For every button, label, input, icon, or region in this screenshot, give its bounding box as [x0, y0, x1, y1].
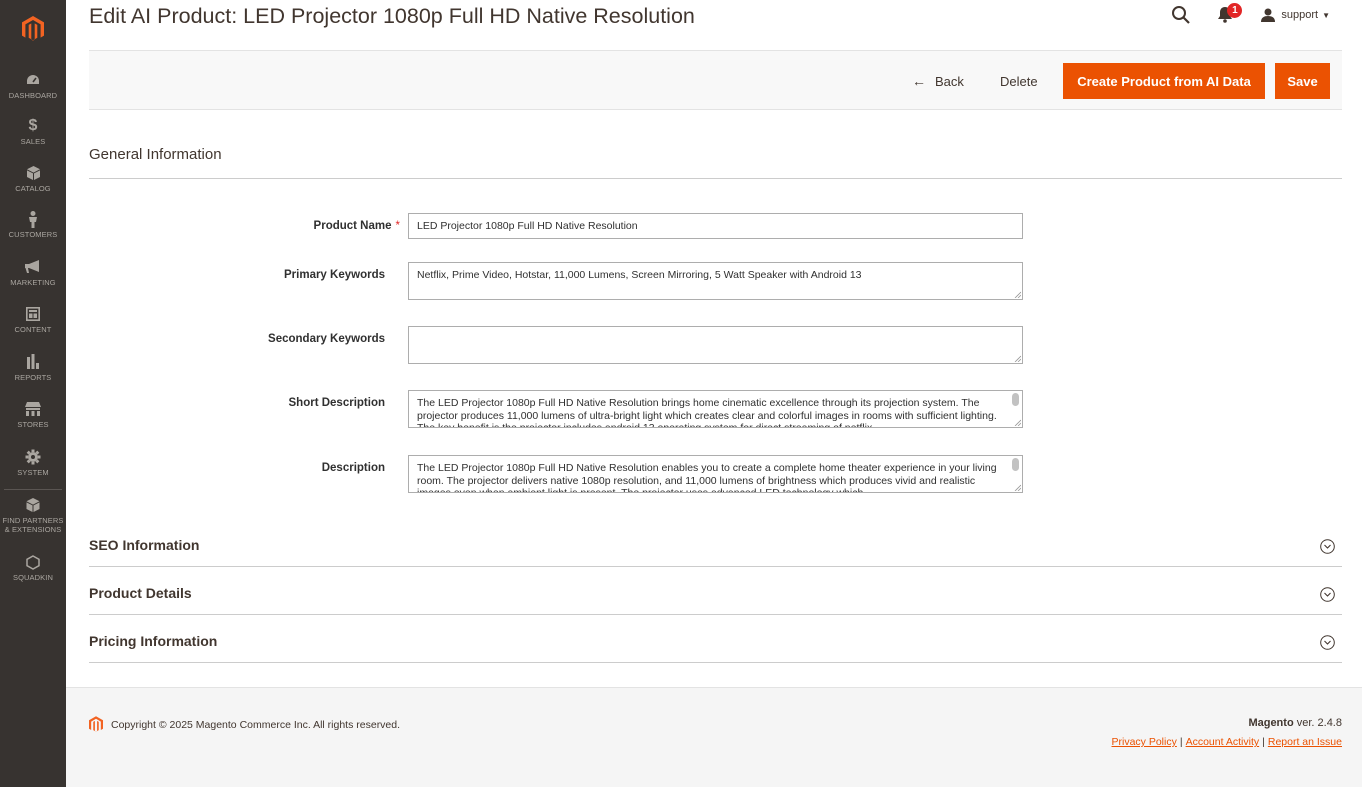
- sidebar-item-marketing[interactable]: MARKETING: [0, 256, 66, 302]
- save-button[interactable]: Save: [1275, 63, 1330, 99]
- sidebar-item-find-partners[interactable]: FIND PARTNERS & EXTENSIONS: [0, 494, 66, 540]
- sidebar-divider: [4, 489, 62, 490]
- description-label: Description: [321, 462, 385, 474]
- expand-chevron-icon[interactable]: [1320, 635, 1335, 650]
- admin-sidebar: DASHBOARD $ SALES CATALOG CUSTOMERS MARK…: [0, 0, 66, 787]
- sidebar-item-label: CONTENT: [14, 325, 52, 334]
- magento-footer-logo-icon: [89, 716, 103, 732]
- sidebar-item-label: REPORTS: [14, 373, 52, 382]
- bar-chart-icon: [26, 351, 40, 373]
- user-menu[interactable]: support ▼: [1261, 8, 1330, 22]
- sidebar-item-label: SYSTEM: [17, 468, 49, 477]
- sidebar-item-label: SQUADKIN: [13, 573, 53, 582]
- sidebar-item-catalog[interactable]: CATALOG: [0, 162, 66, 208]
- link-separator: |: [1262, 736, 1265, 748]
- dollar-icon: $: [28, 117, 38, 134]
- copyright-text: Copyright © 2025 Magento Commerce Inc. A…: [111, 718, 401, 731]
- notification-count-badge: 1: [1227, 3, 1243, 18]
- required-asterisk: *: [395, 220, 400, 232]
- user-icon: [1261, 8, 1276, 22]
- expand-chevron-icon[interactable]: [1320, 539, 1335, 554]
- section-divider: [89, 178, 1342, 179]
- privacy-policy-link[interactable]: Privacy Policy: [1112, 736, 1177, 748]
- sidebar-item-stores[interactable]: STORES: [0, 398, 66, 444]
- arrow-left-icon: ←: [912, 73, 926, 89]
- sidebar-item-label: MARKETING: [10, 278, 56, 287]
- short-description-value: The LED Projector 1080p Full HD Native R…: [417, 397, 997, 428]
- product-name-label: Product Name *: [179, 220, 400, 232]
- header-actions: 1 support ▼: [1171, 3, 1330, 27]
- footer-copyright: Copyright © 2025 Magento Commerce Inc. A…: [89, 716, 400, 733]
- footer-brand: Magento: [1248, 717, 1294, 729]
- sidebar-item-dashboard[interactable]: DASHBOARD: [0, 69, 66, 115]
- magento-logo[interactable]: [0, 0, 66, 58]
- sidebar-item-label: SALES: [20, 137, 46, 146]
- secondary-keywords-textarea[interactable]: [408, 326, 1023, 364]
- secondary-keywords-label: Secondary Keywords: [268, 333, 385, 345]
- primary-keywords-value: Netflix, Prime Video, Hotstar, 11,000 Lu…: [417, 269, 862, 281]
- general-information-title: General Information: [89, 146, 222, 163]
- page-title: Edit AI Product: LED Projector 1080p Ful…: [89, 4, 695, 28]
- scrollbar-thumb[interactable]: [1012, 458, 1019, 471]
- resize-grip-icon[interactable]: [1014, 355, 1021, 362]
- delete-button[interactable]: Delete: [1000, 67, 1038, 95]
- description-value: The LED Projector 1080p Full HD Native R…: [417, 462, 997, 493]
- page-actions-bar: ← Back Delete Create Product from AI Dat…: [89, 50, 1342, 110]
- sidebar-item-label: CATALOG: [15, 184, 51, 193]
- sidebar-item-label: FIND PARTNERS: [2, 516, 64, 525]
- primary-keywords-label: Primary Keywords: [284, 269, 385, 281]
- megaphone-icon: [25, 256, 41, 278]
- back-button[interactable]: ← Back: [912, 67, 964, 95]
- sidebar-item-reports[interactable]: REPORTS: [0, 351, 66, 397]
- dashboard-icon: [26, 69, 40, 91]
- person-icon: [28, 208, 38, 230]
- product-name-input[interactable]: LED Projector 1080p Full HD Native Resol…: [408, 213, 1023, 239]
- primary-keywords-textarea[interactable]: Netflix, Prime Video, Hotstar, 11,000 Lu…: [408, 262, 1023, 300]
- layout-icon: [26, 303, 40, 325]
- expand-chevron-icon[interactable]: [1320, 587, 1335, 602]
- page-footer: Copyright © 2025 Magento Commerce Inc. A…: [66, 687, 1362, 787]
- search-icon[interactable]: [1171, 5, 1191, 25]
- create-product-from-ai-button[interactable]: Create Product from AI Data: [1063, 63, 1265, 99]
- sidebar-item-label: CUSTOMERS: [8, 230, 58, 239]
- footer-version: Magento ver. 2.4.8: [1248, 717, 1342, 729]
- description-textarea[interactable]: The LED Projector 1080p Full HD Native R…: [408, 455, 1023, 493]
- pricing-information-section[interactable]: Pricing Information: [89, 615, 1342, 663]
- sidebar-item-sales[interactable]: $ SALES: [0, 115, 66, 161]
- chevron-down-icon: ▼: [1322, 10, 1330, 20]
- report-issue-link[interactable]: Report an Issue: [1268, 736, 1342, 748]
- product-details-section[interactable]: Product Details: [89, 567, 1342, 615]
- resize-grip-icon[interactable]: [1014, 419, 1021, 426]
- product-details-title: Product Details: [89, 585, 192, 601]
- scrollbar-thumb[interactable]: [1012, 393, 1019, 406]
- short-description-textarea[interactable]: The LED Projector 1080p Full HD Native R…: [408, 390, 1023, 428]
- footer-links: Privacy Policy | Account Activity | Report a…: [1112, 736, 1343, 748]
- link-separator: |: [1179, 736, 1183, 748]
- hexagon-icon: [26, 551, 40, 573]
- resize-grip-icon[interactable]: [1014, 291, 1021, 298]
- footer-version-number: ver. 2.4.8: [1296, 717, 1342, 729]
- seo-information-section[interactable]: SEO Information: [89, 519, 1342, 567]
- gear-icon: [25, 446, 41, 468]
- sidebar-item-label: STORES: [17, 420, 49, 429]
- sidebar-item-label-line2: & EXTENSIONS: [4, 525, 62, 534]
- sidebar-item-system[interactable]: SYSTEM: [0, 446, 66, 492]
- magento-logo-icon: [22, 16, 44, 41]
- account-activity-link[interactable]: Account Activity: [1186, 736, 1260, 748]
- partner-box-icon: [26, 494, 40, 516]
- seo-information-title: SEO Information: [89, 537, 200, 553]
- user-name: support: [1281, 9, 1319, 21]
- sidebar-item-squadkin[interactable]: SQUADKIN: [0, 551, 66, 597]
- resize-grip-icon[interactable]: [1014, 484, 1021, 491]
- cube-icon: [26, 162, 40, 184]
- product-name-label-text: Product Name: [313, 220, 392, 232]
- sidebar-item-customers[interactable]: CUSTOMERS: [0, 208, 66, 254]
- sidebar-item-content[interactable]: CONTENT: [0, 303, 66, 349]
- notifications-bell-icon[interactable]: 1: [1217, 3, 1243, 25]
- pricing-information-title: Pricing Information: [89, 633, 218, 649]
- back-button-label: Back: [935, 73, 964, 89]
- storefront-icon: [25, 398, 41, 420]
- sidebar-item-label: DASHBOARD: [8, 91, 58, 100]
- short-description-label: Short Description: [288, 397, 385, 409]
